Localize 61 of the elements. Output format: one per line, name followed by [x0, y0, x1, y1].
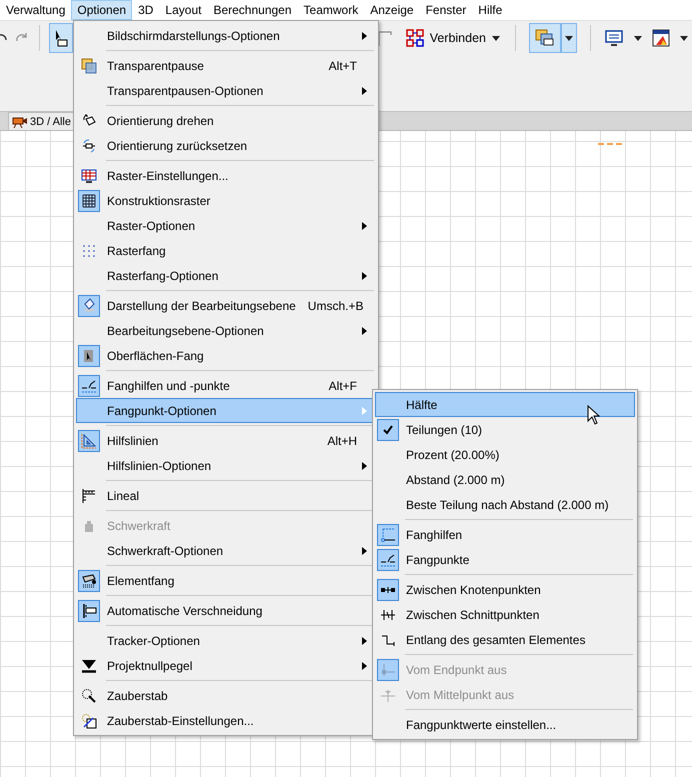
menu-item[interactable]: Zwischen Schnittpunkten	[375, 602, 635, 627]
menu-item[interactable]: Zauberstab	[76, 683, 376, 708]
overlap-squares-icon	[81, 58, 97, 74]
menu-item[interactable]: Fanghilfen	[375, 522, 635, 547]
menu-item[interactable]: Zwischen Knotenpunkten	[375, 577, 635, 602]
menu-item[interactable]: Prozent (20.00%)	[375, 442, 635, 467]
dot-grid-icon	[81, 242, 97, 258]
menu-bar-item[interactable]: 3D	[132, 0, 160, 20]
menu-item[interactable]: Beste Teilung nach Abstand (2.000 m)	[375, 492, 635, 517]
dashed-marker	[598, 143, 622, 145]
menu-item[interactable]: Raster-Einstellungen...	[76, 163, 376, 188]
menu-item[interactable]: Tracker-Optionen	[76, 628, 376, 653]
layer-display-button[interactable]	[529, 23, 561, 53]
arrow-tool-button[interactable]	[49, 23, 73, 53]
menu-item[interactable]: Teilungen (10)	[375, 417, 635, 442]
menu-item[interactable]: Elementfang	[76, 568, 376, 593]
menu-item[interactable]: Automatische Verschneidung	[76, 598, 376, 623]
menu-bar-item[interactable]: Optionen	[71, 0, 132, 20]
menu-item[interactable]: Lineal	[76, 483, 376, 508]
menu-bar-item[interactable]: Berechnungen	[207, 0, 298, 20]
caret-icon[interactable]	[634, 36, 642, 40]
menu-item[interactable]: Projektnullpegel	[76, 653, 376, 678]
menu-item[interactable]: Hilfslinien-Optionen	[76, 453, 376, 478]
menu-item[interactable]: Konstruktionsraster	[76, 188, 376, 213]
menu-item[interactable]: Orientierung zurücksetzen	[76, 133, 376, 158]
menu-item[interactable]: Rasterfang-Optionen	[76, 263, 376, 288]
menu-bar-item[interactable]: Anzeige	[364, 0, 420, 20]
menu-bar-item[interactable]: Teamwork	[298, 0, 364, 20]
menu-item[interactable]: Bildschirmdarstellungs-Optionen	[76, 23, 376, 48]
video-camera-icon	[12, 116, 28, 128]
menu-item[interactable]: Transparentpause Alt+T	[76, 53, 376, 78]
menu-item[interactable]: Oberflächen-Fang	[76, 343, 376, 368]
caret-icon	[565, 36, 573, 40]
menu-item[interactable]: Hilfslinien Alt+H	[76, 428, 376, 453]
connect-icon	[406, 29, 424, 47]
menu-item[interactable]: Raster-Optionen	[76, 213, 376, 238]
menu-item[interactable]: Hälfte	[375, 392, 635, 417]
dropdown-button[interactable]	[561, 23, 577, 53]
menu-item[interactable]: Transparentpausen-Optionen	[76, 78, 376, 103]
mouse-pointer-icon	[587, 405, 601, 425]
layers-icon	[534, 28, 556, 48]
connect-button[interactable]: Verbinden	[404, 29, 502, 47]
menu-item[interactable]: Schwerkraft-Optionen	[76, 538, 376, 563]
caret-icon	[492, 36, 500, 40]
arrow-tool-icon	[54, 28, 68, 48]
monitor-icon[interactable]	[604, 29, 624, 47]
menu-bar-item[interactable]: Fenster	[420, 0, 472, 20]
menu-item[interactable]: Fangpunktwerte einstellen...	[375, 712, 635, 737]
menu-item[interactable]: Entlang des gesamten Elementes	[375, 627, 635, 652]
house-window-icon[interactable]	[652, 29, 670, 47]
menu-item[interactable]: Fanghilfen und -punkte Alt+F	[76, 373, 376, 398]
menu-bar-item[interactable]: Hilfe	[472, 0, 508, 20]
menu-item[interactable]: Abstand (2.000 m)	[375, 467, 635, 492]
menu-bar-item[interactable]: Verwaltung	[0, 0, 72, 20]
menu-bar-item[interactable]: Layout	[159, 0, 208, 20]
menu-item[interactable]: Darstellung der Bearbeitungsebene Umsch.+B	[76, 293, 376, 318]
menu-item[interactable]: Zauberstab-Einstellungen...	[76, 708, 376, 733]
caret-icon[interactable]	[680, 36, 688, 40]
menu-item[interactable]: Bearbeitungsebene-Optionen	[76, 318, 376, 343]
menu-item[interactable]: Rasterfang	[76, 238, 376, 263]
menu-item[interactable]: Fangpunkte	[375, 547, 635, 572]
